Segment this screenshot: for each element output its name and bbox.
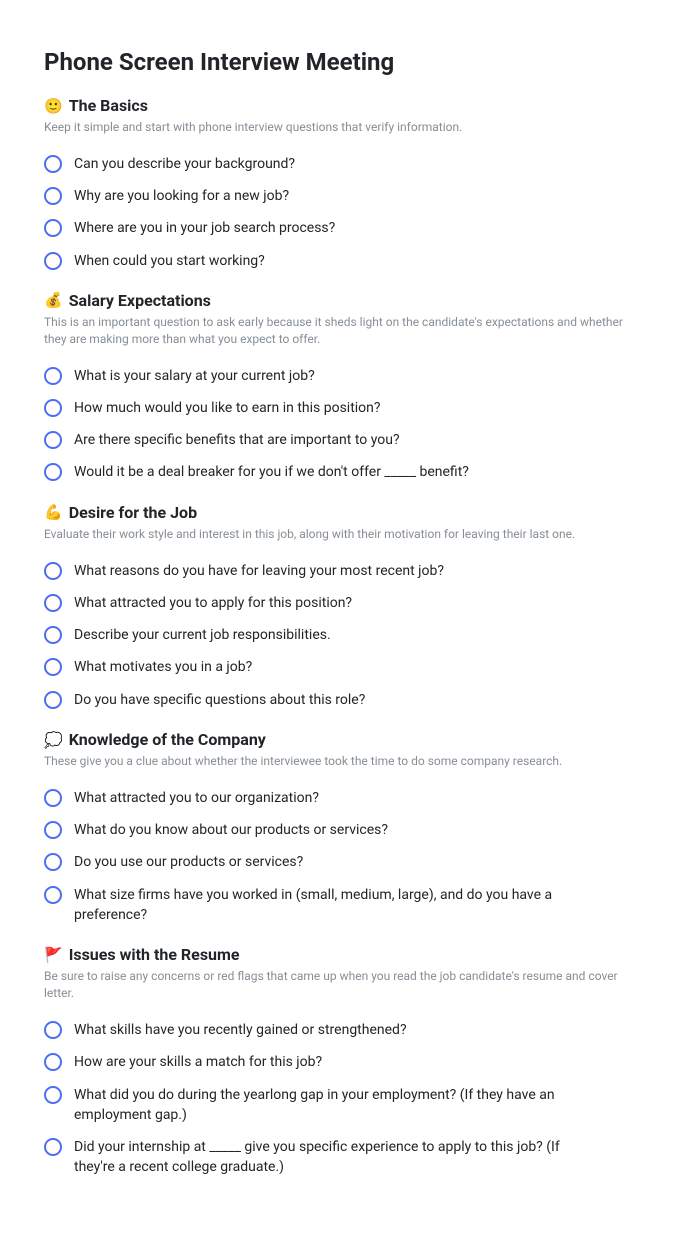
question-text: What attracted you to our organization? [74, 788, 319, 808]
question-text: What is your salary at your current job? [74, 366, 315, 386]
checkbox-circle[interactable] [44, 1053, 62, 1071]
section-heading-text: Knowledge of the Company [69, 730, 266, 749]
question-text: What motivates you in a job? [74, 657, 252, 677]
section-heading-text: The Basics [69, 96, 148, 115]
section: 💪 Desire for the Job Evaluate their work s… [44, 503, 640, 716]
question-text: Can you describe your background? [74, 154, 295, 174]
section-heading-text: Desire for the Job [69, 503, 197, 522]
list-item: Why are you looking for a new job? [44, 180, 640, 212]
list-item: What attracted you to our organization? [44, 782, 640, 814]
section-heading: 🙂 The Basics [44, 96, 640, 115]
section-description: Be sure to raise any concerns or red fla… [44, 968, 640, 1002]
checkbox-circle[interactable] [44, 594, 62, 612]
checkbox-circle[interactable] [44, 463, 62, 481]
checkbox-circle[interactable] [44, 219, 62, 237]
list-item: What reasons do you have for leaving you… [44, 555, 640, 587]
checkbox-circle[interactable] [44, 626, 62, 644]
question-list: What attracted you to our organization? W… [44, 782, 640, 931]
question-text: Where are you in your job search process… [74, 218, 335, 238]
question-text: What reasons do you have for leaving you… [74, 561, 444, 581]
question-text: Would it be a deal breaker for you if we… [74, 462, 469, 482]
question-text: What attracted you to apply for this pos… [74, 593, 352, 613]
list-item: What is your salary at your current job? [44, 360, 640, 392]
checkbox-circle[interactable] [44, 252, 62, 270]
checkbox-circle[interactable] [44, 1086, 62, 1104]
list-item: What motivates you in a job? [44, 651, 640, 683]
section: 🚩 Issues with the Resume Be sure to raise … [44, 945, 640, 1183]
section-heading: 🚩 Issues with the Resume [44, 945, 640, 964]
list-item: What size firms have you worked in (smal… [44, 879, 640, 932]
checkbox-circle[interactable] [44, 789, 62, 807]
list-item: What attracted you to apply for this pos… [44, 587, 640, 619]
checkbox-circle[interactable] [44, 1138, 62, 1156]
list-item: What skills have you recently gained or … [44, 1014, 640, 1046]
list-item: What do you know about our products or s… [44, 814, 640, 846]
section: 🙂 The Basics Keep it simple and start with… [44, 96, 640, 277]
checkbox-circle[interactable] [44, 691, 62, 709]
section-emoji-icon: 🙂 [44, 97, 63, 115]
section-heading: 💰 Salary Expectations [44, 291, 640, 310]
sections-container: 🙂 The Basics Keep it simple and start with… [44, 96, 640, 1184]
checkbox-circle[interactable] [44, 562, 62, 580]
section-description: Evaluate their work style and interest i… [44, 526, 640, 543]
section-description: This is an important question to ask ear… [44, 314, 640, 348]
page-title: Phone Screen Interview Meeting [44, 48, 640, 76]
section-emoji-icon: 💭 [44, 731, 63, 749]
checkbox-circle[interactable] [44, 886, 62, 904]
section: 💭 Knowledge of the Company These give you … [44, 730, 640, 931]
checkbox-circle[interactable] [44, 431, 62, 449]
list-item: Do you have specific questions about thi… [44, 684, 640, 716]
question-text: Did your internship at _____ give you sp… [74, 1137, 604, 1178]
checkbox-circle[interactable] [44, 821, 62, 839]
list-item: How much would you like to earn in this … [44, 392, 640, 424]
checkbox-circle[interactable] [44, 853, 62, 871]
list-item: Can you describe your background? [44, 148, 640, 180]
question-list: What is your salary at your current job?… [44, 360, 640, 489]
question-text: What skills have you recently gained or … [74, 1020, 407, 1040]
question-list: What skills have you recently gained or … [44, 1014, 640, 1184]
list-item: Where are you in your job search process… [44, 212, 640, 244]
question-text: When could you start working? [74, 251, 265, 271]
section: 💰 Salary Expectations This is an important… [44, 291, 640, 489]
list-item: When could you start working? [44, 245, 640, 277]
checkbox-circle[interactable] [44, 155, 62, 173]
list-item: How are your skills a match for this job… [44, 1046, 640, 1078]
question-text: What did you do during the yearlong gap … [74, 1085, 604, 1126]
question-list: What reasons do you have for leaving you… [44, 555, 640, 716]
section-emoji-icon: 🚩 [44, 946, 63, 964]
section-heading-text: Salary Expectations [69, 291, 211, 310]
checkbox-circle[interactable] [44, 367, 62, 385]
checkbox-circle[interactable] [44, 399, 62, 417]
list-item: Describe your current job responsibiliti… [44, 619, 640, 651]
list-item: Do you use our products or services? [44, 846, 640, 878]
section-heading: 💭 Knowledge of the Company [44, 730, 640, 749]
question-text: Why are you looking for a new job? [74, 186, 289, 206]
question-list: Can you describe your background? Why are… [44, 148, 640, 277]
question-text: Describe your current job responsibiliti… [74, 625, 331, 645]
question-text: How much would you like to earn in this … [74, 398, 381, 418]
list-item: Did your internship at _____ give you sp… [44, 1131, 640, 1184]
question-text: Do you use our products or services? [74, 852, 303, 872]
question-text: How are your skills a match for this job… [74, 1052, 322, 1072]
question-text: What size firms have you worked in (smal… [74, 885, 604, 926]
section-description: These give you a clue about whether the … [44, 753, 640, 770]
checkbox-circle[interactable] [44, 187, 62, 205]
checkbox-circle[interactable] [44, 1021, 62, 1039]
list-item: Would it be a deal breaker for you if we… [44, 456, 640, 488]
question-text: Do you have specific questions about thi… [74, 690, 365, 710]
question-text: What do you know about our products or s… [74, 820, 388, 840]
section-heading: 💪 Desire for the Job [44, 503, 640, 522]
checkbox-circle[interactable] [44, 658, 62, 676]
section-emoji-icon: 💪 [44, 503, 63, 521]
list-item: What did you do during the yearlong gap … [44, 1079, 640, 1132]
section-emoji-icon: 💰 [44, 291, 63, 309]
section-description: Keep it simple and start with phone inte… [44, 119, 640, 136]
section-heading-text: Issues with the Resume [69, 945, 240, 964]
list-item: Are there specific benefits that are imp… [44, 424, 640, 456]
question-text: Are there specific benefits that are imp… [74, 430, 400, 450]
